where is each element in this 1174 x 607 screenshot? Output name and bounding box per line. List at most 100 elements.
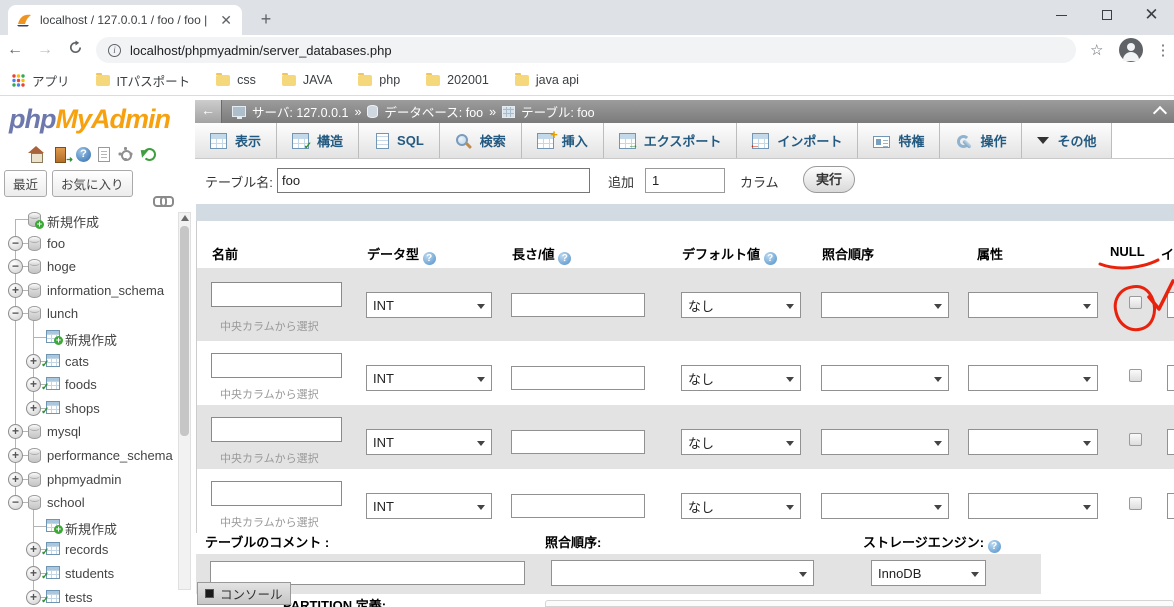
scrollbar-thumb[interactable] [180,226,189,436]
tab-insert[interactable]: 挿入 [521,123,604,158]
collation-select[interactable] [821,365,949,391]
bookmark-star-icon[interactable]: ☆ [1090,41,1103,59]
forward-button[interactable]: → [30,41,60,59]
tree-item-table[interactable]: records [0,538,195,562]
column-name-input[interactable] [211,353,342,378]
reload-button[interactable] [60,40,90,60]
tab-more[interactable]: その他 [1022,123,1113,158]
expand-toggle-icon[interactable] [26,400,41,416]
refresh-icon[interactable] [141,146,158,162]
tree-item-database[interactable]: performance_schema [0,444,195,468]
tree-item-table[interactable]: cats [0,350,195,374]
expand-toggle-icon[interactable] [26,353,41,369]
default-select[interactable]: なし [681,429,801,455]
length-value-input[interactable] [511,366,645,390]
scroll-up-arrow-icon[interactable] [181,215,189,221]
default-select[interactable]: なし [681,365,801,391]
index-select-cut[interactable] [1167,292,1174,318]
address-bar[interactable]: i localhost/phpmyadmin/server_databases.… [96,37,1076,63]
collapse-toggle-icon[interactable] [8,235,23,251]
data-type-select[interactable]: INT [366,292,492,318]
central-columns-picker[interactable]: 中央カラムから選択 [220,450,319,466]
expand-toggle-icon[interactable] [26,377,41,393]
bookmark-folder[interactable]: JAVA [281,72,332,87]
tree-item-database[interactable]: foo [0,232,195,256]
data-type-select[interactable]: INT [366,365,492,391]
pma-back-button[interactable]: ← [195,100,222,123]
link-chain-icon[interactable] [153,195,174,207]
help-icon[interactable] [422,252,436,265]
bookmark-folder[interactable]: ITパスポート [95,71,191,90]
tab-import[interactable]: インポート [737,123,859,158]
logout-icon[interactable] [52,146,73,164]
breadcrumb-server[interactable]: サーバ: 127.0.0.1 [252,102,348,121]
tab-structure[interactable]: 構造 [277,123,360,158]
go-button[interactable]: 実行 [803,166,855,193]
tab-close-icon[interactable]: ✕ [218,12,234,29]
tab-browse[interactable]: 表示 [195,123,278,158]
expand-toggle-icon[interactable] [8,471,23,487]
tree-item-database[interactable]: information_schema [0,279,195,303]
settings-gear-icon[interactable] [117,146,134,162]
column-count-input[interactable] [645,168,725,193]
attributes-select[interactable] [968,365,1098,391]
null-checkbox[interactable] [1129,433,1142,446]
tree-item-table[interactable]: tests [0,586,195,607]
index-select-cut[interactable] [1167,493,1174,519]
collation-select[interactable] [821,429,949,455]
null-checkbox[interactable] [1129,369,1142,382]
data-type-select[interactable]: INT [366,429,492,455]
page-info-icon[interactable]: i [108,43,121,57]
collation-select[interactable] [821,292,949,318]
tab-privileges[interactable]: 特権 [858,123,941,158]
bookmark-apps[interactable]: アプリ [12,71,70,90]
index-select-cut[interactable] [1167,429,1174,455]
central-columns-picker[interactable]: 中央カラムから選択 [220,514,319,530]
tree-item-database[interactable]: phpmyadmin [0,468,195,492]
attributes-select[interactable] [968,292,1098,318]
bookmark-label[interactable]: java api [536,73,579,87]
bookmark-folder[interactable]: 202001 [426,72,489,87]
profile-avatar[interactable] [1119,38,1144,62]
table-collation-select[interactable] [551,560,814,586]
collapse-toggle-icon[interactable] [8,495,23,511]
bookmark-folder[interactable]: css [216,72,256,87]
null-checkbox[interactable] [1129,497,1142,510]
bookmark-label[interactable]: 202001 [447,73,489,87]
bookmark-label[interactable]: JAVA [303,73,332,87]
breadcrumb-table[interactable]: テーブル: foo [521,102,595,121]
bookmark-folder[interactable]: php [358,72,400,87]
index-select-cut[interactable] [1167,365,1174,391]
console-button[interactable]: コンソール [197,582,291,605]
table-name-input[interactable] [277,168,590,193]
url-text[interactable]: localhost/phpmyadmin/server_databases.ph… [130,43,392,58]
collapse-panel-icon[interactable] [1155,106,1167,114]
bookmark-label[interactable]: ITパスポート [117,71,191,90]
expand-toggle-icon[interactable] [8,424,23,440]
null-checkbox[interactable] [1129,296,1142,309]
central-columns-picker[interactable]: 中央カラムから選択 [220,386,319,402]
home-icon[interactable] [28,146,45,163]
tab-sql[interactable]: SQL [359,123,440,158]
help-icon[interactable] [763,252,777,265]
favorite-tables-button[interactable]: お気に入り [52,170,133,197]
default-select[interactable]: なし [681,292,801,318]
help-icon[interactable] [558,252,572,265]
tree-item-new-database[interactable]: 新規作成 [0,208,195,232]
collation-select[interactable] [821,493,949,519]
tab-export[interactable]: エクスポート [603,123,738,158]
data-type-select[interactable]: INT [366,493,492,519]
tree-item-new-table[interactable]: 新規作成 [0,515,195,539]
length-value-input[interactable] [511,430,645,454]
column-name-input[interactable] [211,481,342,506]
tree-item-database[interactable]: mysql [0,420,195,444]
attributes-select[interactable] [968,493,1098,519]
bookmark-label[interactable]: css [237,73,256,87]
attributes-select[interactable] [968,429,1098,455]
storage-engine-select[interactable]: InnoDB [871,560,986,586]
default-select[interactable]: なし [681,493,801,519]
length-value-input[interactable] [511,494,645,518]
expand-toggle-icon[interactable] [26,542,41,558]
bookmark-label[interactable]: アプリ [32,71,70,90]
phpmyadmin-logo[interactable]: phpMyAdmin [9,104,171,135]
